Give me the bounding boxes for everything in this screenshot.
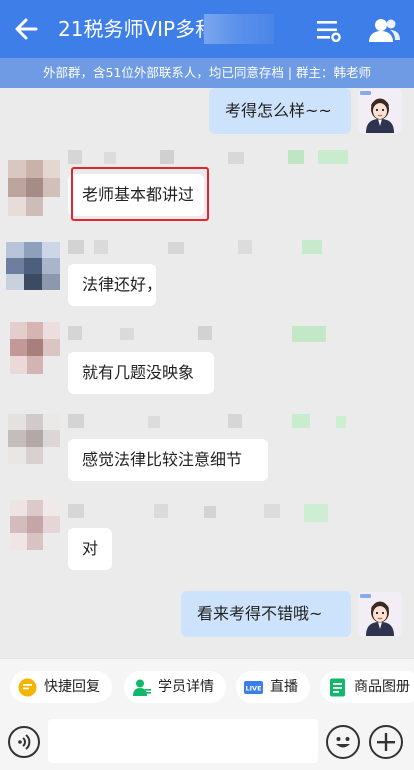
pixelated-avatar [10,322,60,374]
quick-reply-icon [18,678,37,697]
student-details-button[interactable]: 学员详情 [124,671,226,703]
pixelated-sender-name [68,240,328,254]
pixelated-avatar [8,160,60,216]
pixelated-sender-name [68,326,328,342]
teacher-avatar[interactable] [358,89,402,133]
plus-icon [377,733,395,751]
catalog-icon [330,678,345,697]
quick-reply-label: 快捷回复 [44,679,100,695]
redacted-title-mask [204,14,274,44]
chat-header: 21税务师VIP多科 [0,0,414,58]
svg-text:LIVE: LIVE [245,685,261,693]
pixelated-sender-name [68,504,348,522]
message-input-bar [0,714,414,770]
product-catalog-button[interactable]: 商品图册 [320,671,414,703]
message-bubble-incoming[interactable]: 对 [68,528,112,570]
message-bubble-outgoing[interactable]: 考得怎么样~~ [209,88,351,134]
voice-input-button[interactable] [8,726,40,758]
message-text-input[interactable] [48,719,318,763]
pixelated-sender-name [68,150,358,164]
live-stream-label: 直播 [270,679,298,695]
teacher-portrait-icon [358,89,402,133]
external-group-notice: 外部群，含51位外部联系人，均已同意存档 | 群主：韩老师 [0,58,414,88]
pixelated-avatar [10,500,60,550]
emoji-button[interactable] [326,725,360,759]
student-details-label: 学员详情 [158,679,214,695]
voice-wave-icon [18,734,31,750]
student-icon [133,679,151,696]
message-bubble-incoming[interactable]: 就有几题没映象 [68,352,214,394]
red-highlight-frame [71,167,209,221]
live-icon: LIVE [244,681,263,694]
message-list[interactable]: 考得怎么样~~ 老师基本都讲过 法律还好， 就有几题没映象 感觉法律比较注意细节… [0,88,414,658]
live-stream-button[interactable]: LIVE 直播 [236,671,310,703]
teacher-portrait-icon [358,592,402,636]
quick-reply-button[interactable]: 快捷回复 [10,671,112,703]
product-catalog-label: 商品图册 [354,679,410,695]
message-bubble-incoming[interactable]: 感觉法律比较注意细节 [68,439,268,481]
settings-sliders-icon[interactable] [312,14,346,46]
pixelated-avatar [8,414,60,464]
members-icon[interactable] [366,14,402,46]
teacher-avatar[interactable] [358,592,402,636]
smiley-icon [336,737,350,748]
message-bubble-outgoing[interactable]: 看来考得不错哦~ [181,591,351,637]
quick-action-bar: 快捷回复 学员详情 LIVE 直播 商品图册 [0,658,414,714]
back-arrow-icon[interactable] [10,12,44,46]
more-actions-button[interactable] [369,725,403,759]
pixelated-sender-name [68,414,348,428]
pixelated-avatar [6,242,60,290]
message-bubble-incoming[interactable]: 法律还好， [68,264,162,306]
